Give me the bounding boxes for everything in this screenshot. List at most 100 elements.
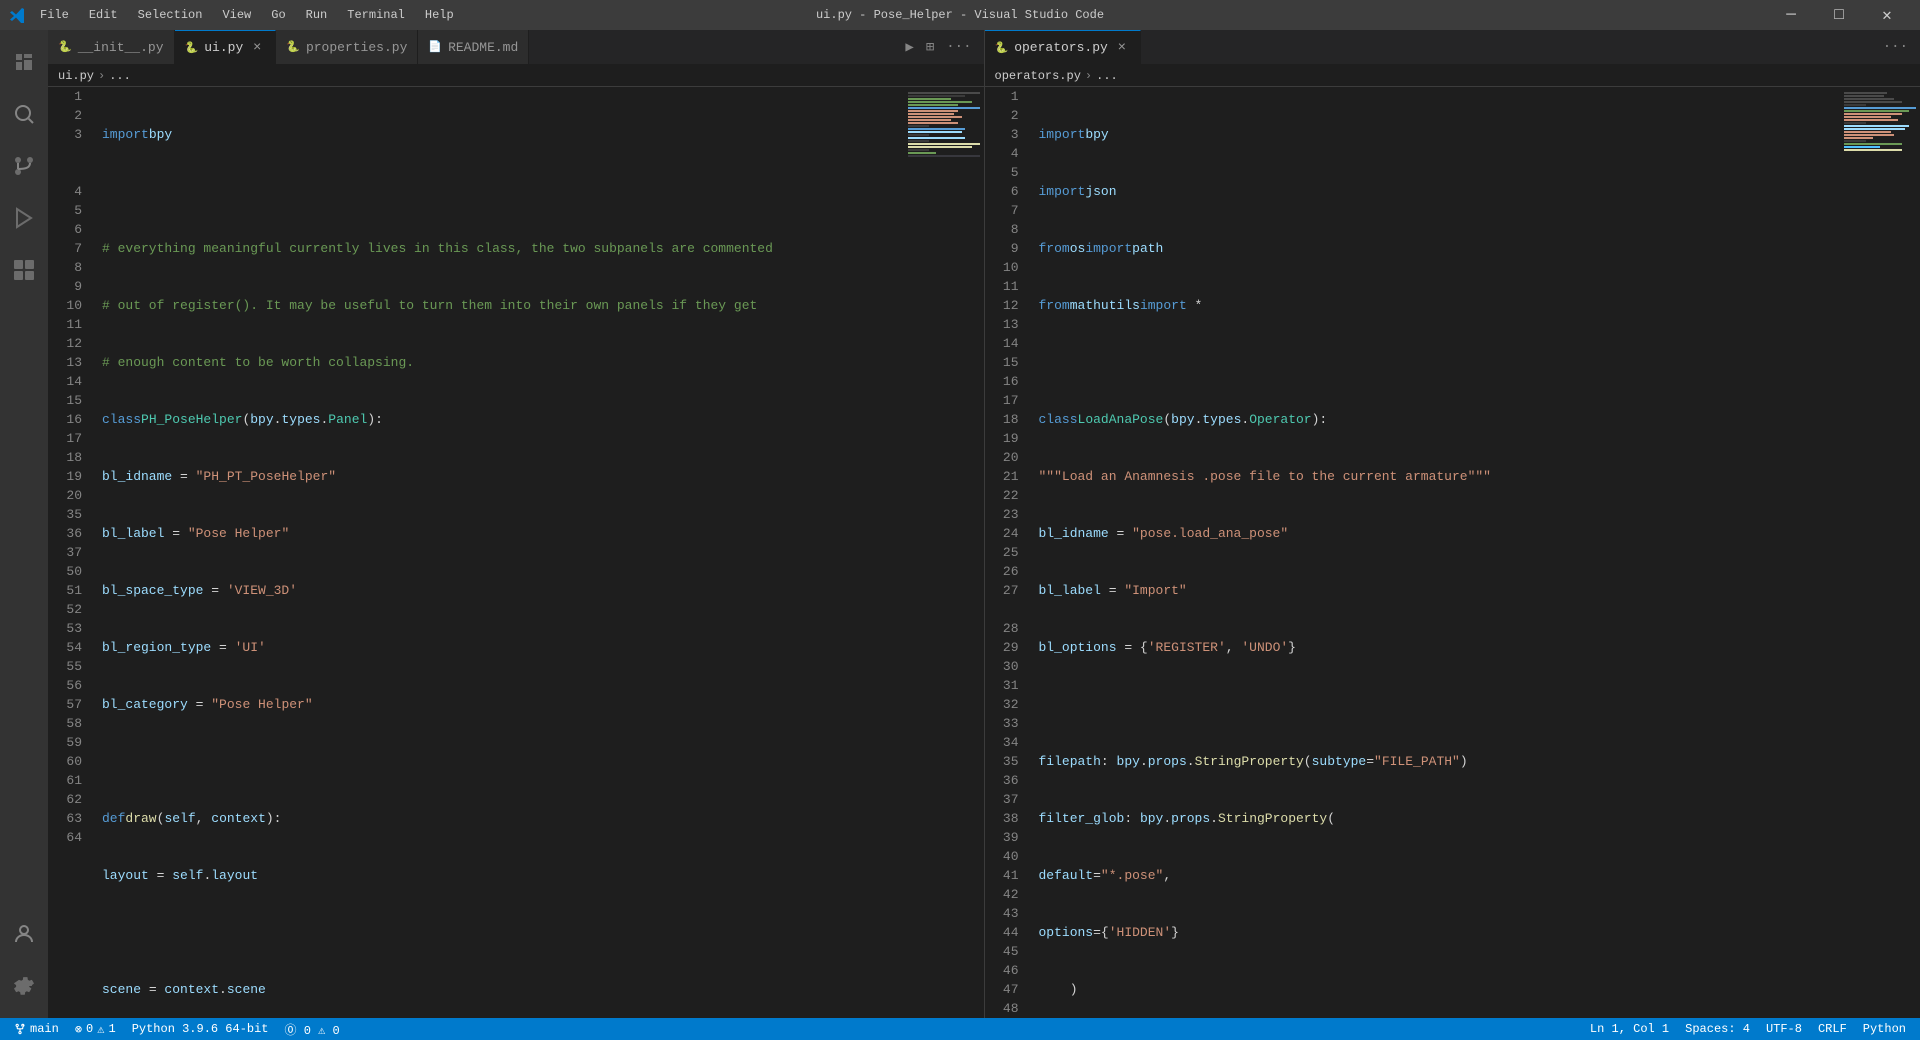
title-bar-left: File Edit Selection View Go Run Terminal… [10, 6, 462, 24]
code-line: filter_glob: bpy.props.StringProperty( [1039, 809, 1841, 828]
tab-operators-icon: 🐍 [995, 41, 1009, 55]
code-line: ) [1039, 980, 1841, 999]
left-code-content[interactable]: import bpy # everything meaningful curre… [98, 87, 904, 1018]
menu-edit[interactable]: Edit [81, 6, 126, 24]
right-editor-pane: 🐍 operators.py × ··· operators.py › ... … [985, 30, 1920, 1018]
menu-help[interactable]: Help [417, 6, 462, 24]
menu-run[interactable]: Run [298, 6, 336, 24]
code-line: bl_idname = "pose.load_ana_pose" [1039, 524, 1841, 543]
right-line-numbers: 1 2 3 4 5 6 7 8 9 10 11 12 13 14 15 16 1 [985, 87, 1035, 1018]
status-errors[interactable]: ⊗ 0 ⚠ 1 [71, 1022, 120, 1037]
right-more-action[interactable]: ··· [1879, 37, 1912, 57]
right-code-editor[interactable]: 1 2 3 4 5 6 7 8 9 10 11 12 13 14 15 16 1 [985, 87, 1920, 1018]
tab-operators-label: operators.py [1014, 40, 1108, 55]
status-language-label: Python [1863, 1022, 1906, 1036]
maximize-button[interactable]: □ [1816, 0, 1862, 30]
activity-settings[interactable] [0, 962, 48, 1010]
status-line-ending[interactable]: CRLF [1814, 1022, 1851, 1036]
close-button[interactable]: ✕ [1864, 0, 1910, 30]
code-line: """Load an Anamnesis .pose file to the c… [1039, 467, 1841, 486]
main-layout: 🐍 __init__.py 🐍 ui.py × 🐍 properties.py … [0, 30, 1920, 1018]
run-action[interactable]: ▶ [901, 37, 917, 58]
menu-terminal[interactable]: Terminal [339, 6, 413, 24]
right-code-content[interactable]: import bpy import json from os import pa… [1035, 87, 1841, 1018]
left-line-numbers: 1 2 3 4 5 6 7 8 9 10 11 12 13 14 15 [48, 87, 98, 1018]
right-minimap [1840, 87, 1920, 1018]
code-line: options={'HIDDEN'} [1039, 923, 1841, 942]
activity-bar [0, 30, 48, 1018]
title-bar-title: ui.py - Pose_Helper - Visual Studio Code [816, 8, 1104, 22]
tab-readme[interactable]: 📄 README.md [418, 30, 529, 64]
tab-readme-label: README.md [448, 40, 518, 55]
status-spaces[interactable]: Spaces: 4 [1681, 1022, 1754, 1036]
code-line: bl_region_type = 'UI' [102, 638, 904, 657]
activity-explorer[interactable] [0, 38, 48, 86]
tab-properties-label: properties.py [306, 40, 407, 55]
tab-operators[interactable]: 🐍 operators.py × [985, 30, 1141, 64]
right-breadcrumb-filename[interactable]: operators.py [995, 69, 1081, 83]
tab-ui-label: ui.py [204, 40, 243, 55]
left-code-editor[interactable]: 1 2 3 4 5 6 7 8 9 10 11 12 13 14 15 [48, 87, 984, 1018]
status-ext-label: ⓪ 0 ⚠ 0 [285, 1021, 340, 1038]
status-encoding[interactable]: UTF-8 [1762, 1022, 1806, 1036]
menu-file[interactable]: File [32, 6, 77, 24]
tab-operators-close[interactable]: × [1114, 40, 1130, 56]
status-python-label: Python 3.9.6 64-bit [132, 1022, 269, 1036]
status-python-version[interactable]: Python 3.9.6 64-bit [128, 1022, 273, 1036]
code-line: layout = self.layout [102, 866, 904, 885]
activity-search[interactable] [0, 90, 48, 138]
tab-ui-close[interactable]: × [249, 40, 265, 56]
title-bar-menu: File Edit Selection View Go Run Terminal… [32, 6, 462, 24]
code-line: # out of register(). It may be useful to… [102, 296, 904, 315]
code-line: filepath: bpy.props.StringProperty(subty… [1039, 752, 1841, 771]
git-branch-icon [14, 1023, 26, 1035]
split-action[interactable]: ⊞ [922, 37, 938, 58]
status-language[interactable]: Python [1859, 1022, 1910, 1036]
breadcrumb-filename[interactable]: ui.py [58, 69, 94, 83]
code-line: # enough content to be worth collapsing. [102, 353, 904, 372]
left-minimap [904, 87, 984, 1018]
status-error-count: 0 [86, 1022, 93, 1036]
status-cursor[interactable]: Ln 1, Col 1 [1586, 1022, 1673, 1036]
left-breadcrumb: ui.py › ... [48, 65, 984, 87]
left-tab-bar: 🐍 __init__.py 🐍 ui.py × 🐍 properties.py … [48, 30, 984, 65]
tab-ui[interactable]: 🐍 ui.py × [175, 30, 277, 64]
error-icon: ⊗ [75, 1022, 82, 1037]
status-branch[interactable]: main [10, 1022, 63, 1036]
left-editor-pane: 🐍 __init__.py 🐍 ui.py × 🐍 properties.py … [48, 30, 985, 1018]
menu-selection[interactable]: Selection [130, 6, 211, 24]
activity-debug[interactable] [0, 194, 48, 242]
code-line: bl_category = "Pose Helper" [102, 695, 904, 714]
breadcrumb-item-2[interactable]: ... [109, 69, 131, 83]
more-action[interactable]: ··· [942, 37, 975, 57]
code-line: bl_label = "Import" [1039, 581, 1841, 600]
right-tab-bar: 🐍 operators.py × ··· [985, 30, 1920, 65]
activity-git[interactable] [0, 142, 48, 190]
activity-accounts[interactable] [0, 910, 48, 958]
title-bar: File Edit Selection View Go Run Terminal… [0, 0, 1920, 30]
tab-properties[interactable]: 🐍 properties.py [276, 30, 418, 64]
code-line [102, 182, 904, 201]
status-warning-count: 1 [108, 1022, 115, 1036]
code-line [1039, 353, 1841, 372]
activity-extensions[interactable] [0, 246, 48, 294]
right-breadcrumb: operators.py › ... [985, 65, 1920, 87]
right-breadcrumb-item[interactable]: ... [1096, 69, 1118, 83]
status-extensions-info[interactable]: ⓪ 0 ⚠ 0 [281, 1021, 344, 1038]
code-line: bl_space_type = 'VIEW_3D' [102, 581, 904, 600]
right-tab-actions: ··· [1871, 30, 1920, 64]
tab-init-label: __init__.py [78, 40, 164, 55]
code-line: bl_options = {'REGISTER', 'UNDO'} [1039, 638, 1841, 657]
code-line: scene = context.scene [102, 980, 904, 999]
minimize-button[interactable]: ─ [1768, 0, 1814, 30]
tab-init[interactable]: 🐍 __init__.py [48, 30, 175, 64]
tab-ui-icon: 🐍 [185, 41, 199, 55]
code-line [102, 923, 904, 942]
code-line: import bpy [1039, 125, 1841, 144]
menu-view[interactable]: View [214, 6, 259, 24]
code-line: bl_idname = "PH_PT_PoseHelper" [102, 467, 904, 486]
menu-go[interactable]: Go [263, 6, 293, 24]
tab-properties-icon: 🐍 [286, 40, 300, 54]
code-line: class PH_PoseHelper(bpy.types.Panel): [102, 410, 904, 429]
code-line: from os import path [1039, 239, 1841, 258]
